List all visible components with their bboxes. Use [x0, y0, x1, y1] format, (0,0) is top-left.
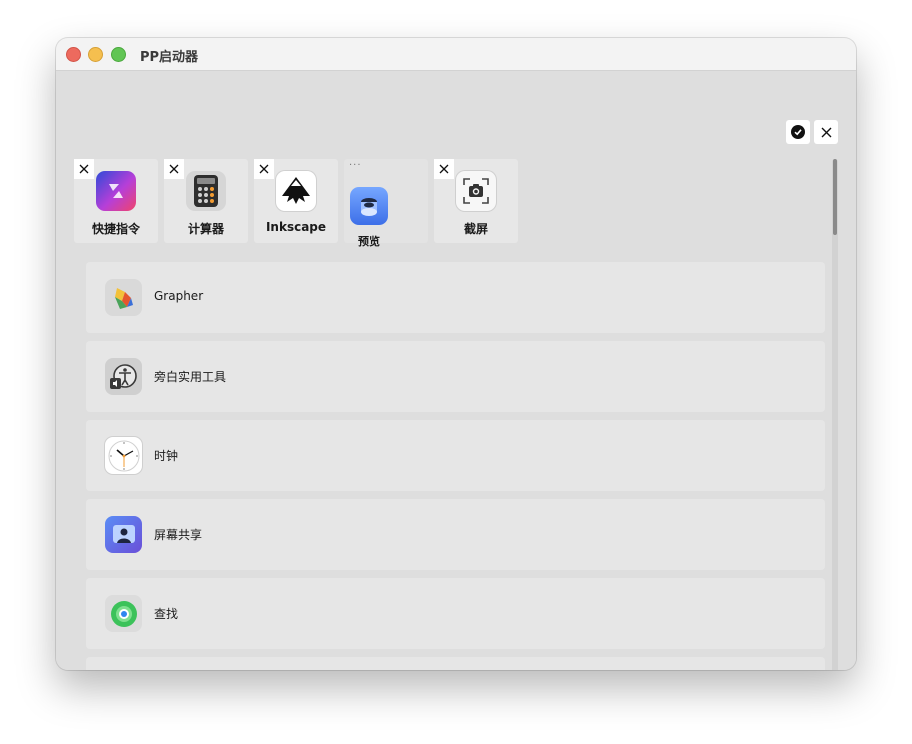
pinned-app-label: Inkscape — [265, 220, 327, 234]
app-row-clock[interactable]: 时钟 — [86, 420, 825, 491]
app-window: PP启动器 快捷指令 计算器 Inkscape ··· 预览 截屏 Graphe… — [56, 38, 856, 670]
shortcuts-icon — [96, 171, 136, 211]
screenshot-icon — [456, 171, 496, 211]
app-name: 旁白实用工具 — [154, 370, 227, 384]
app-row-voiceover-utility[interactable]: 旁白实用工具 — [86, 341, 825, 412]
pinned-app-preview[interactable]: ··· 预览 — [344, 159, 428, 248]
pinned-app-screenshot[interactable]: 截屏 — [434, 159, 518, 243]
more-icon[interactable]: ··· — [349, 160, 362, 171]
pinned-app-label: 快捷指令 — [91, 222, 140, 236]
app-row-screen-sharing[interactable]: 屏幕共享 — [86, 499, 825, 570]
checkmark-circle-icon — [791, 125, 805, 139]
pinned-app-calculator[interactable]: 计算器 — [164, 159, 248, 243]
calculator-icon — [186, 171, 226, 211]
pinned-app-label: 预览 — [358, 235, 380, 248]
preview-icon — [350, 187, 388, 225]
app-row-grapher[interactable]: Grapher — [86, 262, 825, 333]
close-button[interactable] — [814, 120, 838, 144]
pinned-app-inkscape[interactable]: Inkscape — [254, 159, 338, 243]
remove-pinned-button[interactable] — [164, 159, 184, 179]
voiceover-utility-icon — [105, 358, 142, 395]
scrollbar-track — [832, 159, 838, 670]
close-icon — [169, 164, 179, 174]
clock-icon — [105, 437, 142, 474]
confirm-button[interactable] — [786, 120, 810, 144]
title-bar: PP启动器 — [56, 38, 856, 71]
app-name: 屏幕共享 — [154, 528, 203, 542]
close-icon — [439, 164, 449, 174]
window-close-button[interactable] — [66, 47, 81, 62]
pinned-app-label: 截屏 — [463, 222, 488, 236]
app-row-partial[interactable] — [86, 657, 825, 670]
pinned-app-shortcuts[interactable]: 快捷指令 — [74, 159, 158, 243]
remove-pinned-button[interactable] — [434, 159, 454, 179]
app-name: Grapher — [154, 289, 204, 303]
app-name: 查找 — [154, 607, 179, 621]
app-name: 时钟 — [154, 449, 179, 463]
app-row-find-my[interactable]: 查找 — [86, 578, 825, 649]
remove-pinned-button[interactable] — [74, 159, 94, 179]
main-content: 快捷指令 计算器 Inkscape ··· 预览 截屏 Grapher 旁白实用… — [56, 71, 856, 670]
inkscape-icon — [276, 171, 316, 211]
close-icon — [821, 127, 831, 137]
scrollbar-thumb[interactable] — [833, 159, 837, 235]
window-zoom-button[interactable] — [111, 47, 126, 62]
scrollbar[interactable] — [832, 159, 838, 670]
remove-pinned-button[interactable] — [254, 159, 274, 179]
find-my-icon — [105, 595, 142, 632]
close-icon — [79, 164, 89, 174]
window-minimize-button[interactable] — [88, 47, 103, 62]
pinned-app-label: 计算器 — [187, 222, 224, 236]
screen-sharing-icon — [105, 516, 142, 553]
grapher-icon — [105, 279, 142, 316]
close-icon — [259, 164, 269, 174]
window-title: PP启动器 — [140, 50, 199, 65]
